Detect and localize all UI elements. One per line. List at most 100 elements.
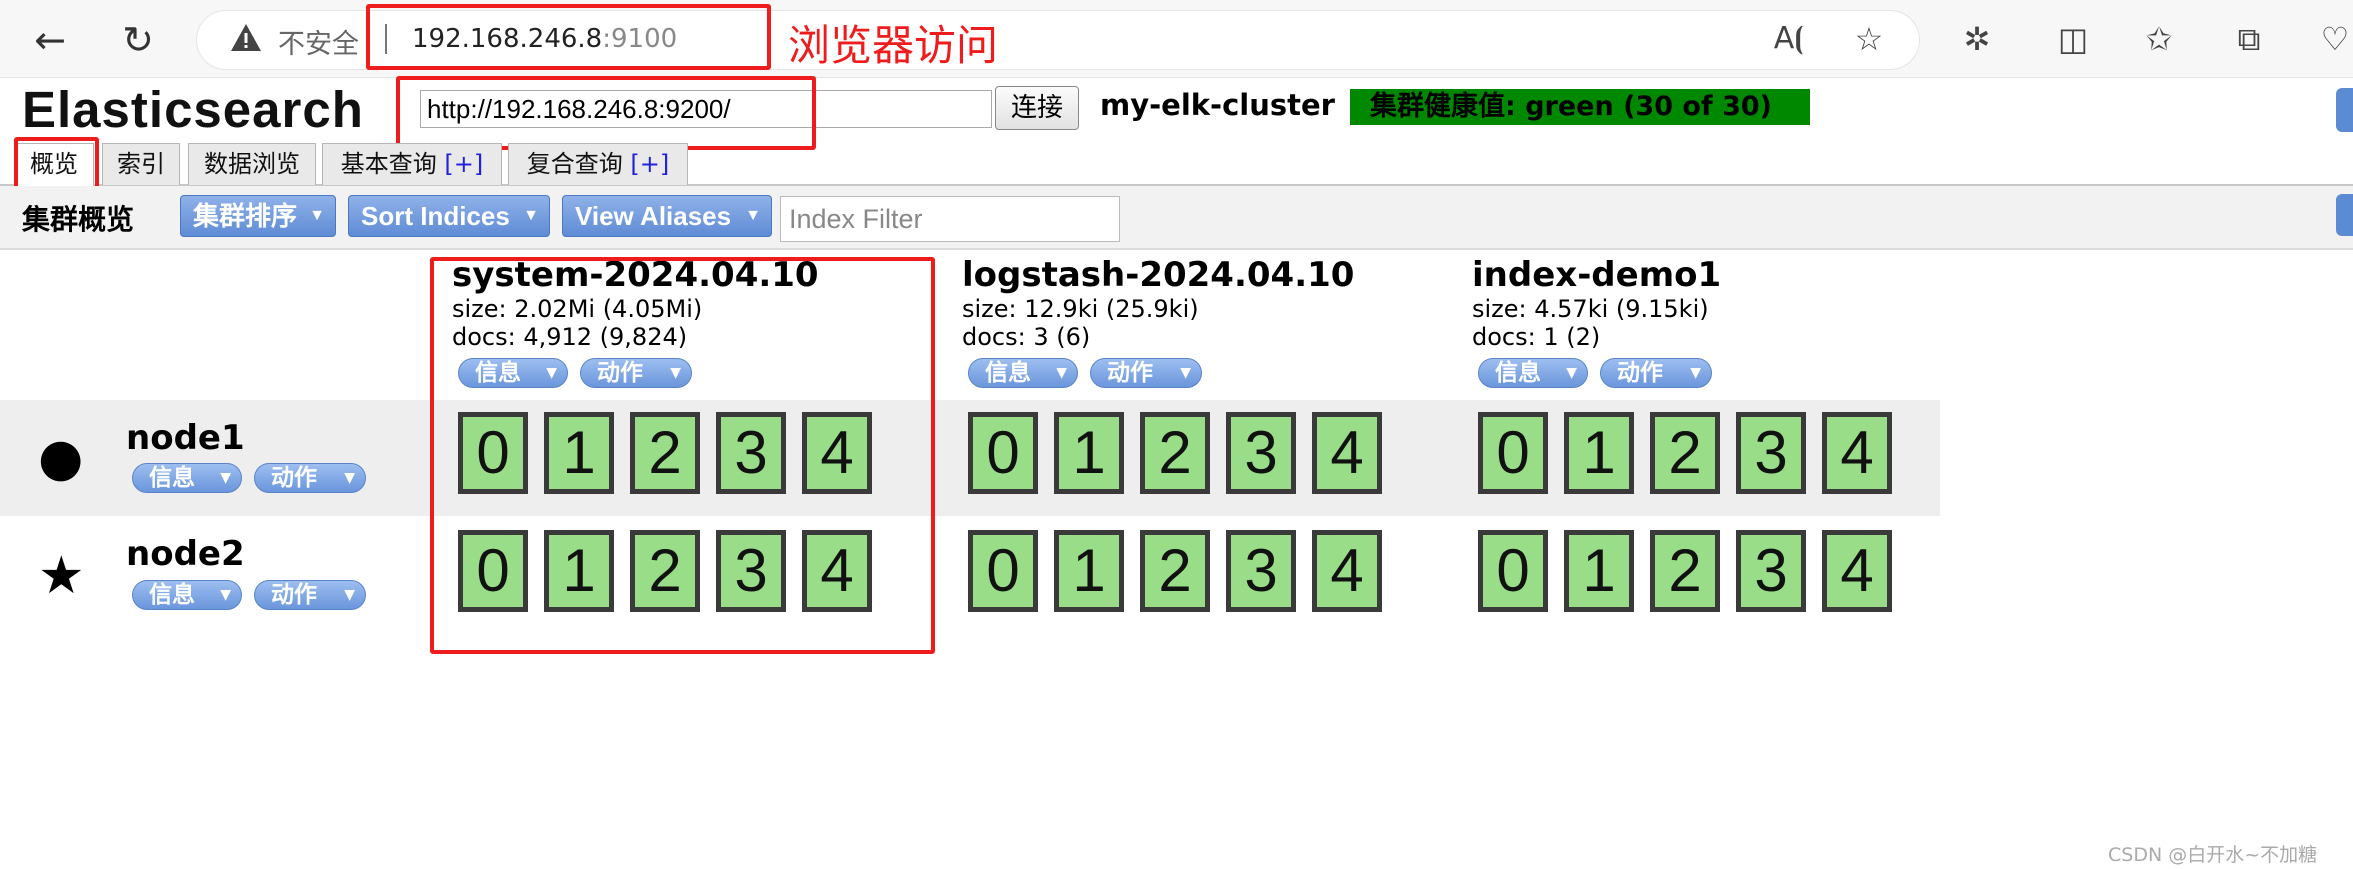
index-info-button[interactable]: 信息 ▼ [1478, 358, 1588, 388]
shard-box[interactable]: 0 [1478, 412, 1548, 494]
index-docs: docs: 3 (6) [962, 323, 1091, 351]
caret-down-icon: ▼ [1690, 365, 1701, 381]
tab-label: 基本查询 [340, 150, 437, 178]
tab-label: 复合查询 [526, 150, 623, 178]
shard-box[interactable]: 4 [1312, 412, 1382, 494]
pill-label: 动作 [271, 465, 317, 491]
caret-down-icon: ▼ [220, 587, 231, 603]
tab-plus: [+] [444, 150, 484, 178]
index-info-button[interactable]: 信息 ▼ [968, 358, 1078, 388]
shard-box[interactable]: 1 [1564, 412, 1634, 494]
shard-box[interactable]: 2 [1140, 530, 1210, 612]
shard-box[interactable]: 3 [1736, 530, 1806, 612]
tab-basic-query[interactable]: 基本查询 [+] [322, 143, 502, 185]
caret-down-icon: ▼ [344, 587, 355, 603]
annotation-tab-box [14, 137, 99, 192]
shard-box[interactable]: 3 [1736, 412, 1806, 494]
node-info-button[interactable]: 信息 ▼ [132, 463, 242, 493]
pill-label: 动作 [271, 582, 317, 608]
caret-down-icon: ▼ [344, 470, 355, 486]
index-name: logstash-2024.04.10 [962, 255, 1355, 295]
shard-box[interactable]: 1 [1054, 530, 1124, 612]
pill-label: 信息 [1495, 360, 1541, 386]
annotation-connect-box [396, 76, 816, 150]
tab-indices[interactable]: 索引 [102, 143, 180, 185]
index-size: size: 4.57ki (9.15ki) [1472, 295, 1709, 323]
overview-title: 集群概览 [22, 203, 135, 236]
cluster-name: my-elk-cluster [1100, 88, 1335, 122]
cluster-sort-button[interactable]: 集群排序 ▼ [180, 195, 336, 237]
node-action-button[interactable]: 动作 ▼ [254, 580, 366, 610]
circle-icon: ● [38, 428, 84, 488]
app-title: Elasticsearch [22, 81, 364, 138]
cluster-health-badge: 集群健康值: green (30 of 30) [1350, 89, 1810, 125]
back-icon[interactable]: ← [24, 14, 76, 66]
extensions-icon[interactable]: ✲ [1954, 16, 2000, 62]
reload-icon[interactable]: ↻ [112, 14, 164, 66]
index-action-button[interactable]: 动作 ▼ [1600, 358, 1712, 388]
edge-button-top[interactable] [2336, 88, 2353, 132]
tab-label: 数据浏览 [204, 150, 300, 178]
browser-health-icon[interactable]: ♡ [2312, 16, 2353, 62]
index-action-button[interactable]: 动作 ▼ [1090, 358, 1202, 388]
favorite-star-icon[interactable]: ☆ [1846, 16, 1892, 62]
read-aloud-icon[interactable]: A⦗ [1766, 16, 1812, 62]
edge-button-refresh[interactable] [2336, 194, 2353, 236]
view-aliases-button[interactable]: View Aliases ▼ [562, 195, 772, 237]
button-label: Sort Indices [361, 201, 510, 231]
index-size: size: 12.9ki (25.9ki) [962, 295, 1199, 323]
node-name: node2 [126, 534, 245, 574]
annotation-index-box [430, 257, 935, 654]
warning-icon[interactable] [230, 22, 262, 54]
index-filter-input[interactable]: Index Filter [780, 196, 1120, 242]
caret-down-icon: ▼ [309, 207, 325, 224]
shard-box[interactable]: 0 [1478, 530, 1548, 612]
pill-label: 动作 [1617, 360, 1663, 386]
index-name: index-demo1 [1472, 255, 1722, 295]
tab-label: 索引 [117, 150, 165, 178]
node-action-button[interactable]: 动作 ▼ [254, 463, 366, 493]
shard-box[interactable]: 4 [1822, 412, 1892, 494]
browser-toolbar: ← ↻ 不安全 192.168.246.8:9100 A⦗ ☆ ✲ ◫ ✩ ⧉ … [0, 0, 2353, 78]
pill-label: 信息 [149, 465, 195, 491]
insecure-label[interactable]: 不安全 [278, 22, 359, 61]
index-docs: docs: 1 (2) [1472, 323, 1601, 351]
annotation-url-box [366, 4, 771, 70]
shard-box[interactable]: 3 [1226, 530, 1296, 612]
screenshot: ← ↻ 不安全 192.168.246.8:9100 A⦗ ☆ ✲ ◫ ✩ ⧉ … [0, 0, 2353, 869]
pill-label: 信息 [149, 582, 195, 608]
shard-box[interactable]: 1 [1564, 530, 1634, 612]
shard-box[interactable]: 2 [1650, 530, 1720, 612]
connect-button[interactable]: 连接 [995, 86, 1079, 130]
shard-box[interactable]: 4 [1822, 530, 1892, 612]
button-label: View Aliases [575, 201, 732, 231]
shard-box[interactable]: 4 [1312, 530, 1382, 612]
favorites-icon[interactable]: ✩ [2136, 16, 2182, 62]
shard-box[interactable]: 0 [968, 412, 1038, 494]
split-screen-icon[interactable]: ◫ [2050, 16, 2096, 62]
tab-compound-query[interactable]: 复合查询 [+] [508, 143, 688, 185]
pill-label: 信息 [985, 360, 1031, 386]
caret-down-icon: ▼ [1566, 365, 1577, 381]
tab-data-browse[interactable]: 数据浏览 [188, 143, 316, 185]
shard-box[interactable]: 0 [968, 530, 1038, 612]
caret-down-icon: ▼ [220, 470, 231, 486]
node-info-button[interactable]: 信息 ▼ [132, 580, 242, 610]
collections-icon[interactable]: ⧉ [2226, 16, 2272, 62]
button-label: 集群排序 [193, 201, 298, 231]
shard-box[interactable]: 1 [1054, 412, 1124, 494]
caret-down-icon: ▼ [745, 207, 761, 224]
caret-down-icon: ▼ [1180, 365, 1191, 381]
caret-down-icon: ▼ [523, 207, 539, 224]
node-name: node1 [126, 418, 245, 458]
caret-down-icon: ▼ [1056, 365, 1067, 381]
shard-box[interactable]: 3 [1226, 412, 1296, 494]
tab-plus: [+] [630, 150, 670, 178]
star-icon: ★ [38, 546, 85, 606]
shard-box[interactable]: 2 [1140, 412, 1210, 494]
pill-label: 动作 [1107, 360, 1153, 386]
sort-indices-button[interactable]: Sort Indices ▼ [348, 195, 550, 237]
annotation-label: 浏览器访问 [788, 21, 999, 70]
watermark: CSDN @白开水~不加糖 [2108, 844, 2318, 866]
shard-box[interactable]: 2 [1650, 412, 1720, 494]
